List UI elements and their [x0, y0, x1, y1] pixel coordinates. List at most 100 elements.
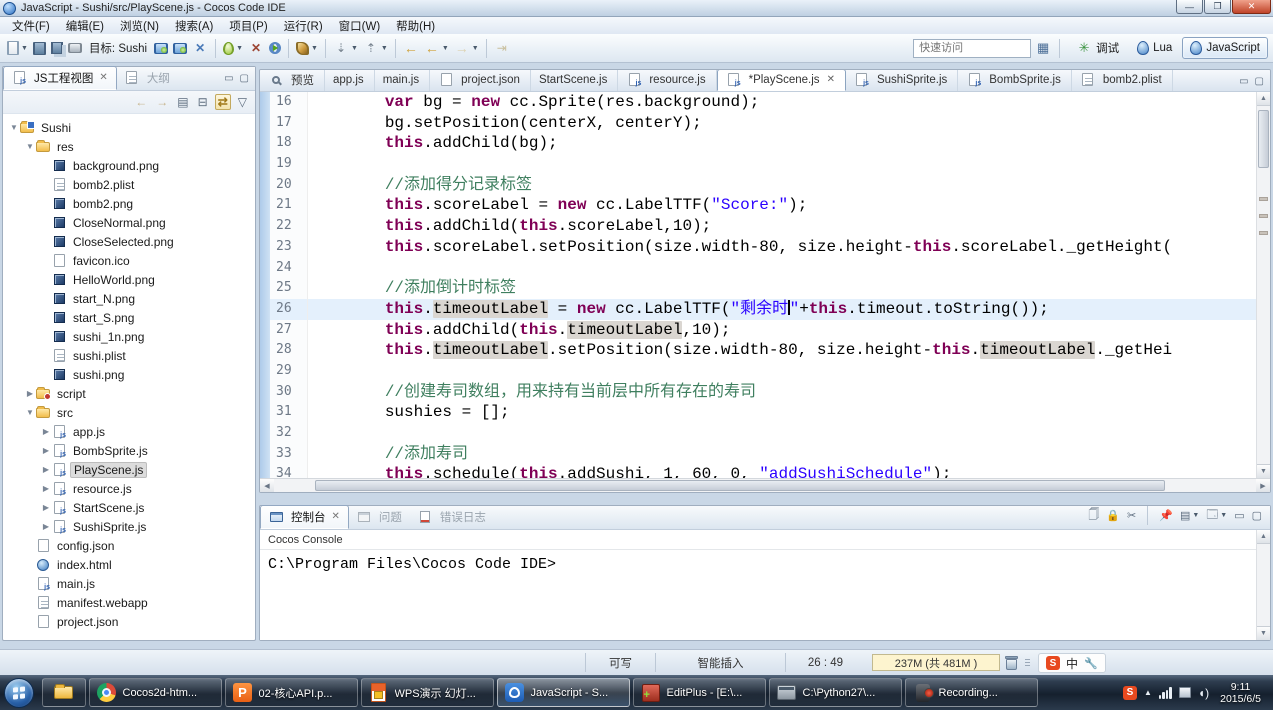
tree-expander-icon[interactable]: ▼ — [25, 142, 35, 151]
tab-问题[interactable]: 问题 — [349, 505, 410, 529]
menu-item-0[interactable]: 文件(F) — [4, 17, 58, 35]
tab-错误日志[interactable]: 错误日志 — [410, 505, 494, 529]
volume-icon[interactable]: ◖) — [1198, 686, 1209, 700]
start-button[interactable] — [4, 678, 34, 708]
tree-item-Sushi[interactable]: ▼Sushi — [3, 118, 255, 137]
tab-大纲[interactable]: 大纲 — [117, 66, 178, 90]
tree-item-src[interactable]: ▼src — [3, 403, 255, 422]
code-editor[interactable]: 16 var bg = new cc.Sprite(res.background… — [260, 92, 1256, 478]
editor-hscroll-thumb[interactable] — [315, 480, 1165, 491]
close-tab-icon[interactable]: ✕ — [827, 74, 835, 85]
tree-expander-icon[interactable]: ▼ — [25, 408, 35, 417]
tree-expander-icon[interactable]: ▶ — [41, 427, 51, 436]
quick-access-input[interactable] — [913, 39, 1031, 58]
tree-item-app.js[interactable]: ▶jsapp.js — [3, 422, 255, 441]
menu-item-7[interactable]: 帮助(H) — [388, 17, 443, 35]
sogou-ime-icon[interactable]: S — [1046, 656, 1060, 670]
back-icon[interactable]: ← — [401, 38, 421, 58]
perspective-lua[interactable]: Lua — [1129, 37, 1180, 59]
stop-icon[interactable]: ✕ — [246, 38, 266, 58]
back-nav-icon[interactable]: ← — [133, 95, 149, 109]
minimize-view-icon[interactable]: ▭ — [224, 73, 233, 84]
tree-item-background.png[interactable]: background.png — [3, 156, 255, 175]
scroll-down-arrow[interactable]: ▼ — [1257, 464, 1270, 478]
menu-item-6[interactable]: 窗口(W) — [331, 17, 389, 35]
editor-vertical-scrollbar[interactable]: ▲ ▼ — [1256, 92, 1270, 478]
editor-horizontal-scrollbar[interactable]: ◀ ▶ — [260, 478, 1270, 492]
scroll-lock-icon[interactable]: 🔒 — [1106, 509, 1120, 522]
tree-item-sushi_1n.png[interactable]: sushi_1n.png — [3, 327, 255, 346]
explorer-taskbar-button[interactable] — [42, 678, 86, 707]
occurrence-marker[interactable] — [1259, 231, 1268, 235]
minimize-editor-icon[interactable]: ▭ — [1239, 76, 1248, 87]
clear-console-icon[interactable]: 🗍 — [1088, 506, 1099, 525]
taskbar-button-cmd[interactable]: C:\Python27\... — [769, 678, 902, 707]
editor-tab-PlayScene.js[interactable]: js*PlayScene.js✕ — [717, 70, 846, 91]
taskbar-button-cocos[interactable]: JavaScript - S... — [497, 678, 630, 707]
sogou-tray-icon[interactable]: S — [1123, 686, 1137, 700]
external-tools-icon[interactable]: ▼ — [294, 40, 320, 57]
editor-tab-project.json[interactable]: project.json — [430, 70, 531, 91]
tray-expand-icon[interactable]: ▲ — [1144, 688, 1152, 697]
scroll-left-arrow[interactable]: ◀ — [260, 479, 274, 492]
run-garbage-collector-button[interactable] — [1005, 655, 1018, 670]
new-wizard-icon[interactable]: ▼ — [5, 39, 30, 57]
open-perspective-icon[interactable]: ▦ — [1035, 40, 1051, 56]
perspective-调试[interactable]: ✳调试 — [1068, 37, 1127, 59]
tree-item-HelloWorld.png[interactable]: HelloWorld.png — [3, 270, 255, 289]
tree-item-config.json[interactable]: config.json — [3, 536, 255, 555]
close-tab-icon[interactable]: ✕ — [332, 511, 340, 522]
tree-item-resource.js[interactable]: ▶jsresource.js — [3, 479, 255, 498]
terminate-debug-icon[interactable]: ✕ — [190, 38, 210, 58]
tree-item-CloseNormal.png[interactable]: CloseNormal.png — [3, 213, 255, 232]
next-annotation-icon[interactable]: ⇣▼ — [331, 38, 360, 58]
editor-tab-app.js[interactable]: app.js — [325, 70, 375, 91]
save-icon[interactable] — [31, 40, 48, 57]
forward-icon[interactable]: →▼ — [452, 38, 481, 58]
close-tab-icon[interactable]: ✕ — [99, 72, 107, 83]
tab-控制台[interactable]: 控制台✕ — [260, 505, 349, 529]
editor-tab-resource.js[interactable]: jsresource.js — [618, 70, 716, 91]
tree-item-BombSprite.js[interactable]: ▶jsBombSprite.js — [3, 441, 255, 460]
minimize-console-icon[interactable]: ▭ — [1234, 509, 1244, 522]
tree-item-bomb2.png[interactable]: bomb2.png — [3, 194, 255, 213]
tree-expander-icon[interactable]: ▶ — [41, 522, 51, 531]
editor-tab-预览[interactable]: 预览 — [260, 70, 325, 91]
editor-tab-bomb2.plist[interactable]: bomb2.plist — [1072, 70, 1173, 91]
editor-tab-SushiSprite.js[interactable]: jsSushiSprite.js — [846, 70, 958, 91]
tab-JS工程视图[interactable]: jsJS工程视图✕ — [3, 66, 117, 90]
maximize-view-icon[interactable]: ▢ — [240, 73, 249, 84]
tree-item-sushi.png[interactable]: sushi.png — [3, 365, 255, 384]
print-icon[interactable] — [66, 41, 84, 55]
scroll-down-arrow[interactable]: ▼ — [1257, 626, 1270, 640]
debug-on-device-icon[interactable] — [152, 41, 170, 56]
editor-vscroll-thumb[interactable] — [1258, 110, 1269, 168]
tree-item-res[interactable]: ▼res — [3, 137, 255, 156]
tree-item-StartScene.js[interactable]: ▶jsStartScene.js — [3, 498, 255, 517]
taskbar-clock[interactable]: 9:11 2015/6/5 — [1216, 681, 1265, 705]
tree-item-SushiSprite.js[interactable]: ▶jsSushiSprite.js — [3, 517, 255, 536]
previous-annotation-icon[interactable]: ⇡▼ — [361, 38, 390, 58]
occurrence-marker[interactable] — [1259, 214, 1268, 218]
taskbar-button-camera[interactable]: Recording... — [905, 678, 1038, 707]
maximize-editor-icon[interactable]: ▢ — [1255, 76, 1264, 87]
collapse-all-icon[interactable]: ⊟ — [196, 95, 210, 109]
back-history-icon[interactable]: ←▼ — [422, 38, 451, 58]
tree-item-sushi.plist[interactable]: sushi.plist — [3, 346, 255, 365]
tree-expander-icon[interactable]: ▼ — [9, 123, 19, 132]
editor-tab-BombSprite.js[interactable]: jsBombSprite.js — [958, 70, 1072, 91]
tree-expander-icon[interactable]: ▶ — [41, 503, 51, 512]
tree-item-start_N.png[interactable]: start_N.png — [3, 289, 255, 308]
action-center-icon[interactable] — [1179, 687, 1191, 698]
menu-item-1[interactable]: 编辑(E) — [58, 17, 112, 35]
taskbar-button-wpp[interactable]: P02-核心API.p... — [225, 678, 358, 707]
tree-expander-icon[interactable]: ▶ — [25, 389, 35, 398]
maximize-console-icon[interactable]: ▢ — [1252, 509, 1262, 522]
tree-item-PlayScene.js[interactable]: ▶jsPlayScene.js — [3, 460, 255, 479]
run-on-device-icon[interactable] — [171, 41, 189, 56]
tree-item-CloseSelected.png[interactable]: CloseSelected.png — [3, 232, 255, 251]
minimize-button[interactable]: — — [1176, 0, 1203, 14]
scroll-up-arrow[interactable]: ▲ — [1257, 92, 1270, 106]
link-with-editor-icon[interactable]: ⇄ — [215, 94, 231, 110]
taskbar-button-chrome[interactable]: Cocos2d-htm... — [89, 678, 222, 707]
